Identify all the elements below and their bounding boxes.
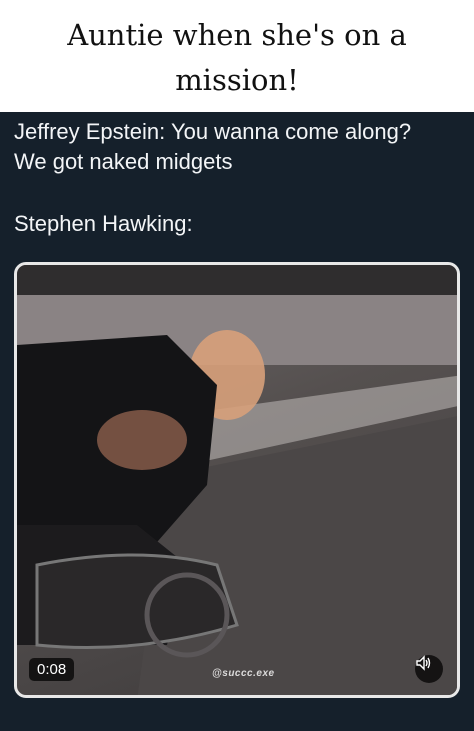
video-time: 0:08: [29, 658, 75, 681]
tweet-line-3: Stephen Hawking:: [14, 211, 193, 236]
speaker-icon: [416, 655, 431, 671]
watermark: @succc.exe: [212, 668, 275, 679]
video-frame: [17, 265, 457, 695]
tweet-card: Jeffrey Epstein: You wanna come along? W…: [0, 112, 474, 731]
caption-line-2: mission!: [175, 63, 299, 97]
video-player[interactable]: 0:08 @succc.exe: [14, 262, 460, 698]
meme-caption: Auntie when she's on a mission!: [0, 0, 474, 112]
mute-button[interactable]: [415, 655, 443, 683]
tweet-line-2: We got naked midgets: [14, 149, 233, 174]
tweet-line-1: Jeffrey Epstein: You wanna come along?: [14, 119, 412, 144]
caption-text: Auntie when she's on a mission!: [37, 13, 437, 103]
caption-line-1: Auntie when she's on a: [67, 18, 407, 52]
